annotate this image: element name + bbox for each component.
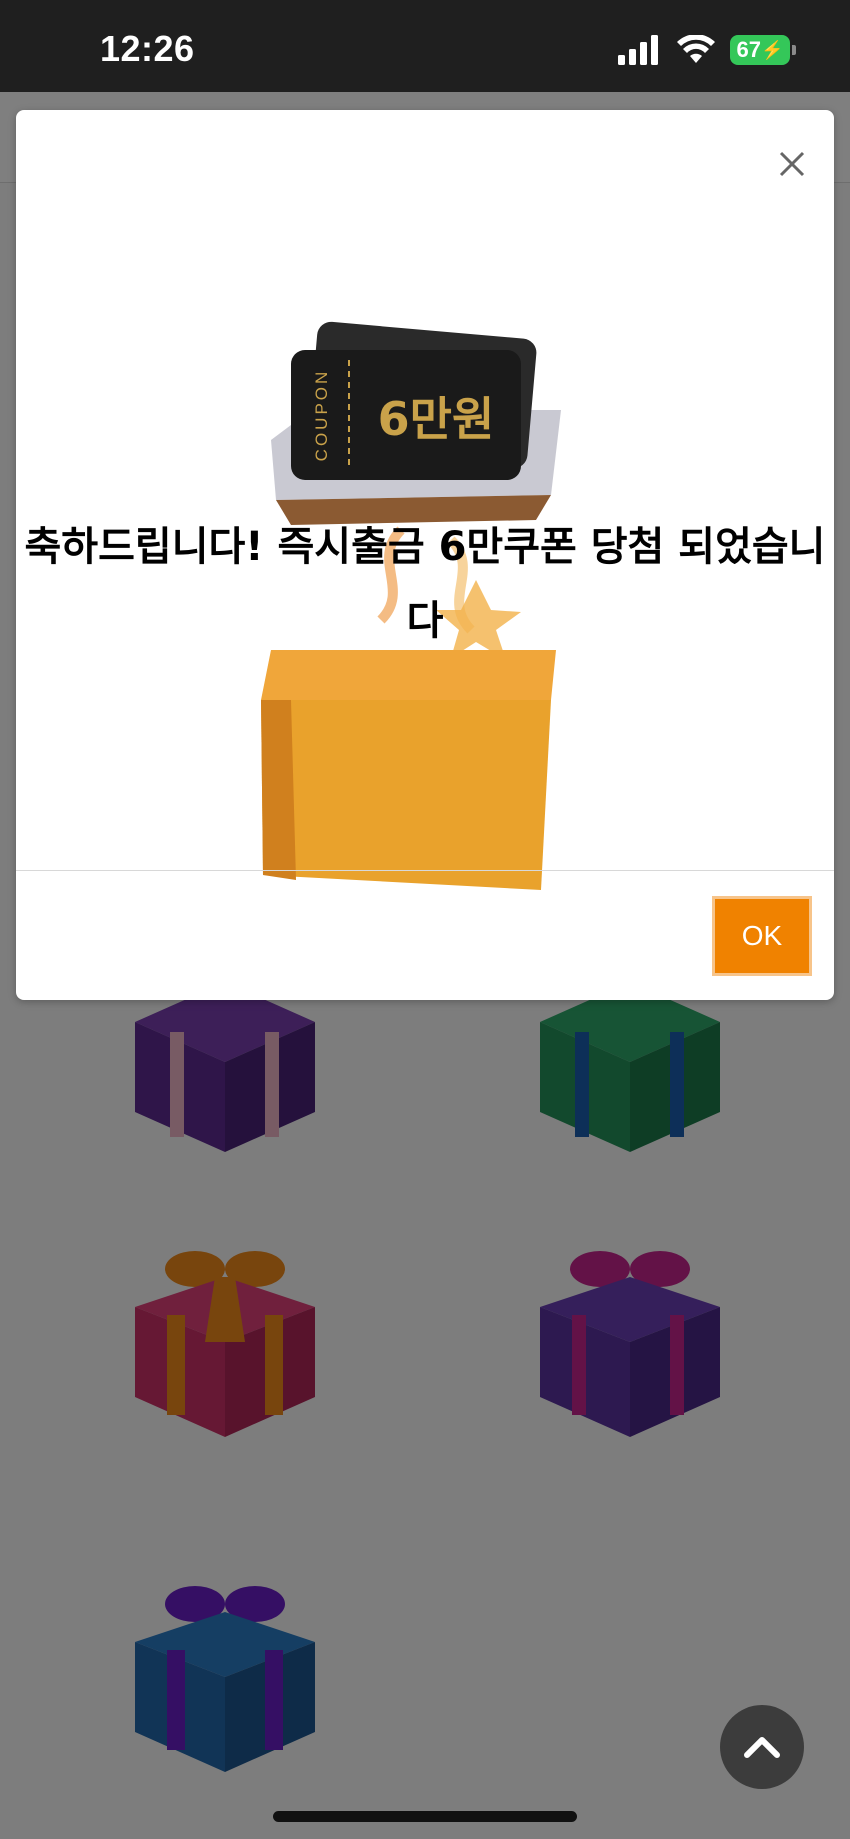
coupon-amount: 6만원 <box>378 392 495 446</box>
wifi-icon <box>677 35 715 63</box>
home-indicator <box>273 1811 577 1822</box>
battery-level: 67 <box>736 37 762 62</box>
battery-charging-icon: 67 ⚡ <box>730 35 796 65</box>
close-icon <box>779 151 805 177</box>
scroll-to-top-button[interactable] <box>720 1705 804 1789</box>
modal-divider <box>16 870 834 871</box>
status-time: 12:26 <box>100 28 195 69</box>
close-button[interactable] <box>770 142 814 186</box>
status-icons: 67 ⚡ <box>618 30 796 70</box>
status-bar: 12:26 67 ⚡ <box>0 0 850 92</box>
signal-icon <box>618 35 658 65</box>
coupon-modal: COUPON 6만원 축하드립니다! 즉시출금 6만쿠폰 당첨 되었습니다 OK <box>16 110 834 1000</box>
modal-message: 축하드립니다! 즉시출금 6만쿠폰 당첨 되었습니다 <box>24 524 826 644</box>
ok-button[interactable]: OK <box>712 896 812 976</box>
chevron-up-icon <box>744 1737 780 1758</box>
coupon-label: COUPON <box>312 369 331 462</box>
